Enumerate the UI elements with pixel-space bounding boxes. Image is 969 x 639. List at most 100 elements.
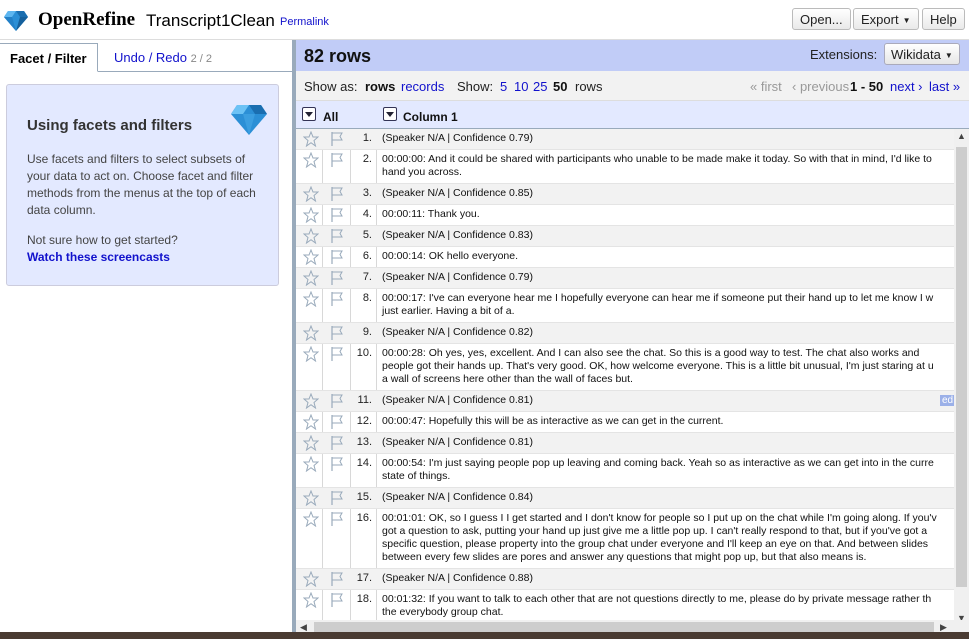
first-page-link[interactable]: « first xyxy=(750,79,782,94)
flag-icon[interactable] xyxy=(330,152,344,168)
flag-icon[interactable] xyxy=(330,571,344,587)
star-icon[interactable] xyxy=(303,571,319,587)
cell-column1[interactable]: 00:00:17: I've can everyone hear me I ho… xyxy=(382,292,954,318)
last-page-link[interactable]: last » xyxy=(929,79,960,94)
flag-icon[interactable] xyxy=(330,207,344,223)
flag-icon[interactable] xyxy=(330,414,344,430)
tab-facet-filter[interactable]: Facet / Filter xyxy=(0,43,98,72)
all-column-label: All xyxy=(323,110,339,124)
vertical-scrollbar[interactable]: ▲ ▼ xyxy=(954,129,969,625)
wikidata-button[interactable]: Wikidata ▼ xyxy=(884,43,960,65)
cell-column1[interactable]: 00:01:01: OK, so I guess I I get started… xyxy=(382,512,954,564)
table-header: All Column 1 xyxy=(296,101,969,129)
star-icon[interactable] xyxy=(303,249,319,265)
star-icon[interactable] xyxy=(303,490,319,506)
table-row: 14. 00:00:54: I'm just saying people pop … xyxy=(296,454,954,488)
star-icon[interactable] xyxy=(303,435,319,451)
star-icon[interactable] xyxy=(303,270,319,286)
column1-menu-button[interactable] xyxy=(383,107,397,121)
table-row: 9. (Speaker N/A | Confidence 0.82) xyxy=(296,323,954,344)
flag-icon[interactable] xyxy=(330,249,344,265)
cell-column1[interactable]: 00:00:47: Hopefully this will be as inte… xyxy=(382,415,954,428)
row-number: 15. xyxy=(356,491,372,503)
help-button[interactable]: Help xyxy=(922,8,965,30)
permalink-link[interactable]: Permalink xyxy=(280,16,329,28)
open-button[interactable]: Open... xyxy=(792,8,851,30)
star-icon[interactable] xyxy=(303,131,319,147)
star-icon[interactable] xyxy=(303,511,319,527)
star-icon[interactable] xyxy=(303,325,319,341)
left-panel-tabs: Facet / Filter Undo / Redo 2 / 2 xyxy=(0,43,292,72)
cell-column1[interactable]: (Speaker N/A | Confidence 0.88) xyxy=(382,572,954,585)
view-rows[interactable]: rows xyxy=(365,79,395,94)
page-size-5[interactable]: 5 xyxy=(500,79,507,94)
screencasts-link[interactable]: Watch these screencasts xyxy=(27,250,170,264)
cell-edit-button[interactable]: ed xyxy=(940,395,954,406)
help-question: Not sure how to get started? xyxy=(27,233,178,247)
flag-icon[interactable] xyxy=(330,228,344,244)
star-icon[interactable] xyxy=(303,152,319,168)
cell-column1[interactable]: (Speaker N/A | Confidence 0.81) xyxy=(382,394,954,407)
cell-column1[interactable]: 00:00:11: Thank you. xyxy=(382,208,954,221)
flag-icon[interactable] xyxy=(330,131,344,147)
previous-page-link[interactable]: ‹ previous xyxy=(792,79,849,94)
cell-column1[interactable]: 00:00:00: And it could be shared with pa… xyxy=(382,153,954,179)
facet-help-box: Using facets and filters Use facets and … xyxy=(6,84,279,286)
flag-icon[interactable] xyxy=(330,592,344,608)
row-number: 2. xyxy=(362,153,372,165)
row-number: 3. xyxy=(362,187,372,199)
flag-icon[interactable] xyxy=(330,393,344,409)
cell-column1[interactable]: (Speaker N/A | Confidence 0.82) xyxy=(382,326,954,339)
export-button[interactable]: Export ▼ xyxy=(853,8,919,30)
cell-column1[interactable]: (Speaker N/A | Confidence 0.79) xyxy=(382,132,954,145)
cell-column1[interactable]: (Speaker N/A | Confidence 0.83) xyxy=(382,229,954,242)
data-rows: 1. (Speaker N/A | Confidence 0.79) 2. 00:00… xyxy=(296,129,954,625)
scroll-up-icon[interactable]: ▲ xyxy=(957,131,966,141)
row-number: 11. xyxy=(357,394,372,406)
flag-icon[interactable] xyxy=(330,511,344,527)
cell-column1[interactable]: 00:01:32: If you want to talk to each ot… xyxy=(382,593,954,619)
row-number: 8. xyxy=(362,292,372,304)
page-size-25[interactable]: 25 xyxy=(533,79,547,94)
table-row: 10. 00:00:28: Oh yes, yes, excellent. And… xyxy=(296,344,954,391)
star-icon[interactable] xyxy=(303,346,319,362)
flag-icon[interactable] xyxy=(330,325,344,341)
star-icon[interactable] xyxy=(303,414,319,430)
star-icon[interactable] xyxy=(303,186,319,202)
table-row: 5. (Speaker N/A | Confidence 0.83) xyxy=(296,226,954,247)
cell-column1[interactable]: (Speaker N/A | Confidence 0.84) xyxy=(382,491,954,504)
flag-icon[interactable] xyxy=(330,456,344,472)
page-range: 1 - 50 xyxy=(850,79,884,94)
flag-icon[interactable] xyxy=(330,291,344,307)
table-row: 7. (Speaker N/A | Confidence 0.79) xyxy=(296,268,954,289)
cell-column1[interactable]: (Speaker N/A | Confidence 0.79) xyxy=(382,271,954,284)
flag-icon[interactable] xyxy=(330,490,344,506)
vertical-scroll-thumb[interactable] xyxy=(956,147,967,587)
cell-column1[interactable]: (Speaker N/A | Confidence 0.81) xyxy=(382,436,954,449)
page-size-10[interactable]: 10 xyxy=(514,79,528,94)
view-records-link[interactable]: records xyxy=(401,79,444,94)
cell-column1[interactable]: (Speaker N/A | Confidence 0.85) xyxy=(382,187,954,200)
cell-column1[interactable]: 00:00:28: Oh yes, yes, excellent. And I … xyxy=(382,347,954,386)
page-size-50[interactable]: 50 xyxy=(553,79,567,94)
next-page-link[interactable]: next › xyxy=(890,79,923,94)
tab-undo-redo[interactable]: Undo / Redo 2 / 2 xyxy=(104,43,222,72)
star-icon[interactable] xyxy=(303,228,319,244)
star-icon[interactable] xyxy=(303,291,319,307)
cell-column1[interactable]: 00:00:54: I'm just saying people pop up … xyxy=(382,457,954,483)
flag-icon[interactable] xyxy=(330,435,344,451)
star-icon[interactable] xyxy=(303,456,319,472)
show-as-label: Show as: xyxy=(304,79,358,94)
star-icon[interactable] xyxy=(303,393,319,409)
all-column-menu-button[interactable] xyxy=(302,107,316,121)
cell-column1[interactable]: 00:00:14: OK hello everyone. xyxy=(382,250,954,263)
app-name[interactable]: OpenRefine xyxy=(38,9,135,31)
star-icon[interactable] xyxy=(303,207,319,223)
grid-header: 82 rows Extensions: Wikidata ▼ xyxy=(296,40,969,71)
project-name[interactable]: Transcript1Clean xyxy=(146,11,275,31)
flag-icon[interactable] xyxy=(330,270,344,286)
flag-icon[interactable] xyxy=(330,186,344,202)
help-text: Use facets and filters to select subsets… xyxy=(27,152,256,217)
star-icon[interactable] xyxy=(303,592,319,608)
flag-icon[interactable] xyxy=(330,346,344,362)
